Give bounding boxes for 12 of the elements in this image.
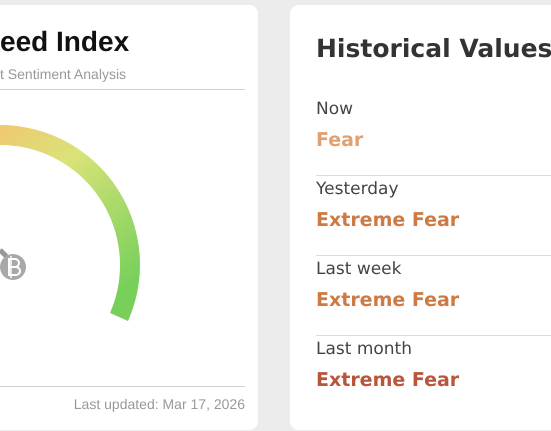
period-label: Last week bbox=[316, 258, 402, 281]
sentiment-value: Fear bbox=[316, 128, 364, 153]
card-title: eed Index bbox=[0, 25, 130, 59]
card-title: Historical Values bbox=[316, 33, 551, 65]
card-subtitle: t Sentiment Analysis bbox=[0, 65, 128, 83]
period-label: Now bbox=[316, 98, 354, 121]
period-label: Last month bbox=[316, 338, 413, 361]
sentiment-value: Extreme Fear bbox=[316, 208, 460, 233]
last-updated-text: Last updated: Mar 17, 2026 bbox=[72, 396, 245, 412]
sentiment-value: Extreme Fear bbox=[316, 368, 460, 393]
period-label: Yesterday bbox=[316, 178, 400, 201]
sentiment-value: Extreme Fear bbox=[316, 288, 460, 313]
